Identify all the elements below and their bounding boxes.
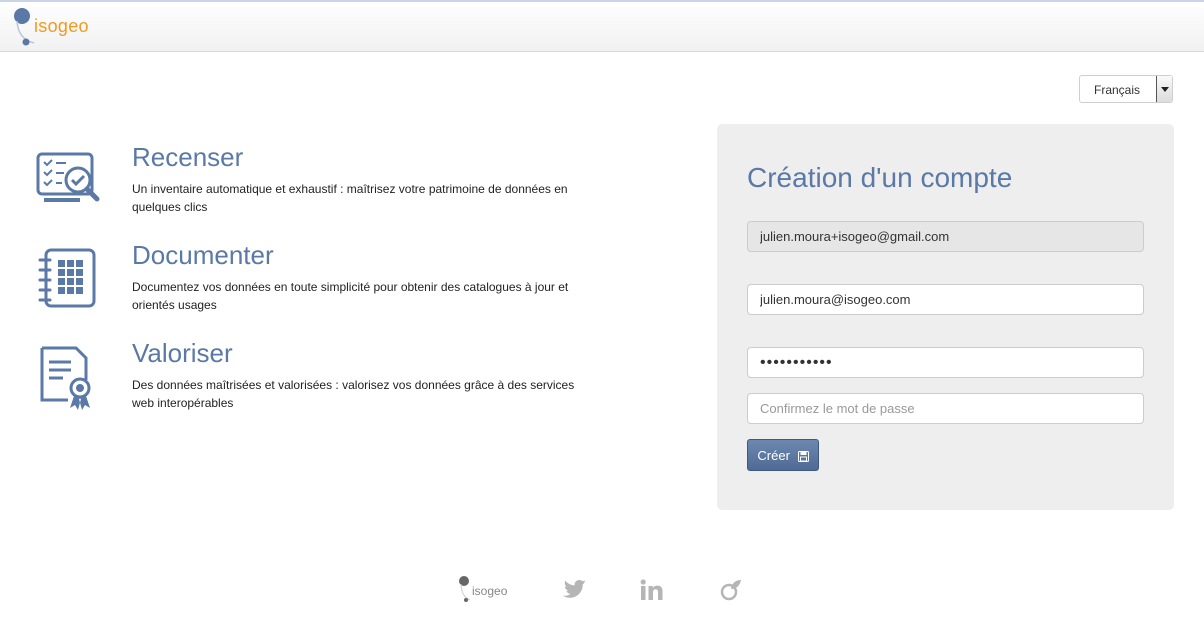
top-navbar: isogeo [0, 0, 1204, 52]
isogeo-leaf-icon[interactable] [720, 579, 742, 601]
confirm-password-field[interactable] [747, 393, 1144, 424]
language-selected-value: Français [1094, 83, 1141, 97]
brand-name: isogeo [34, 16, 89, 36]
feature-title: Recenser [132, 142, 244, 172]
create-account-button[interactable]: Créer [747, 439, 819, 471]
floppy-disk-icon [797, 450, 809, 462]
feature-title: Documenter [132, 240, 274, 270]
footer-brand-name: isogeo [472, 584, 508, 598]
linkedin-icon[interactable] [640, 579, 664, 601]
password-field[interactable] [747, 347, 1144, 378]
feature-description: Un inventaire automatique et exhaustif :… [132, 182, 568, 214]
signup-panel: Création d'un compte Créer [717, 124, 1174, 510]
notebook-grid-icon [38, 248, 96, 308]
signup-title: Création d'un compte [747, 162, 1013, 193]
chevron-down-icon[interactable] [1156, 76, 1172, 102]
certificate-icon [40, 346, 91, 410]
language-select[interactable]: Français [1079, 75, 1173, 103]
create-button-label: Créer [757, 447, 790, 463]
feature-description: Documentez vos données en toute simplici… [132, 280, 569, 312]
footer: isogeo [0, 570, 1204, 610]
email-readonly-field[interactable] [747, 221, 1144, 252]
email-field[interactable] [747, 284, 1144, 315]
isogeo-logo[interactable]: isogeo [12, 7, 102, 49]
inventory-search-icon [36, 152, 100, 202]
feature-description: Des données maîtrisées et valorisées : v… [132, 378, 575, 410]
feature-title: Valoriser [132, 338, 233, 368]
twitter-icon[interactable] [563, 580, 587, 600]
